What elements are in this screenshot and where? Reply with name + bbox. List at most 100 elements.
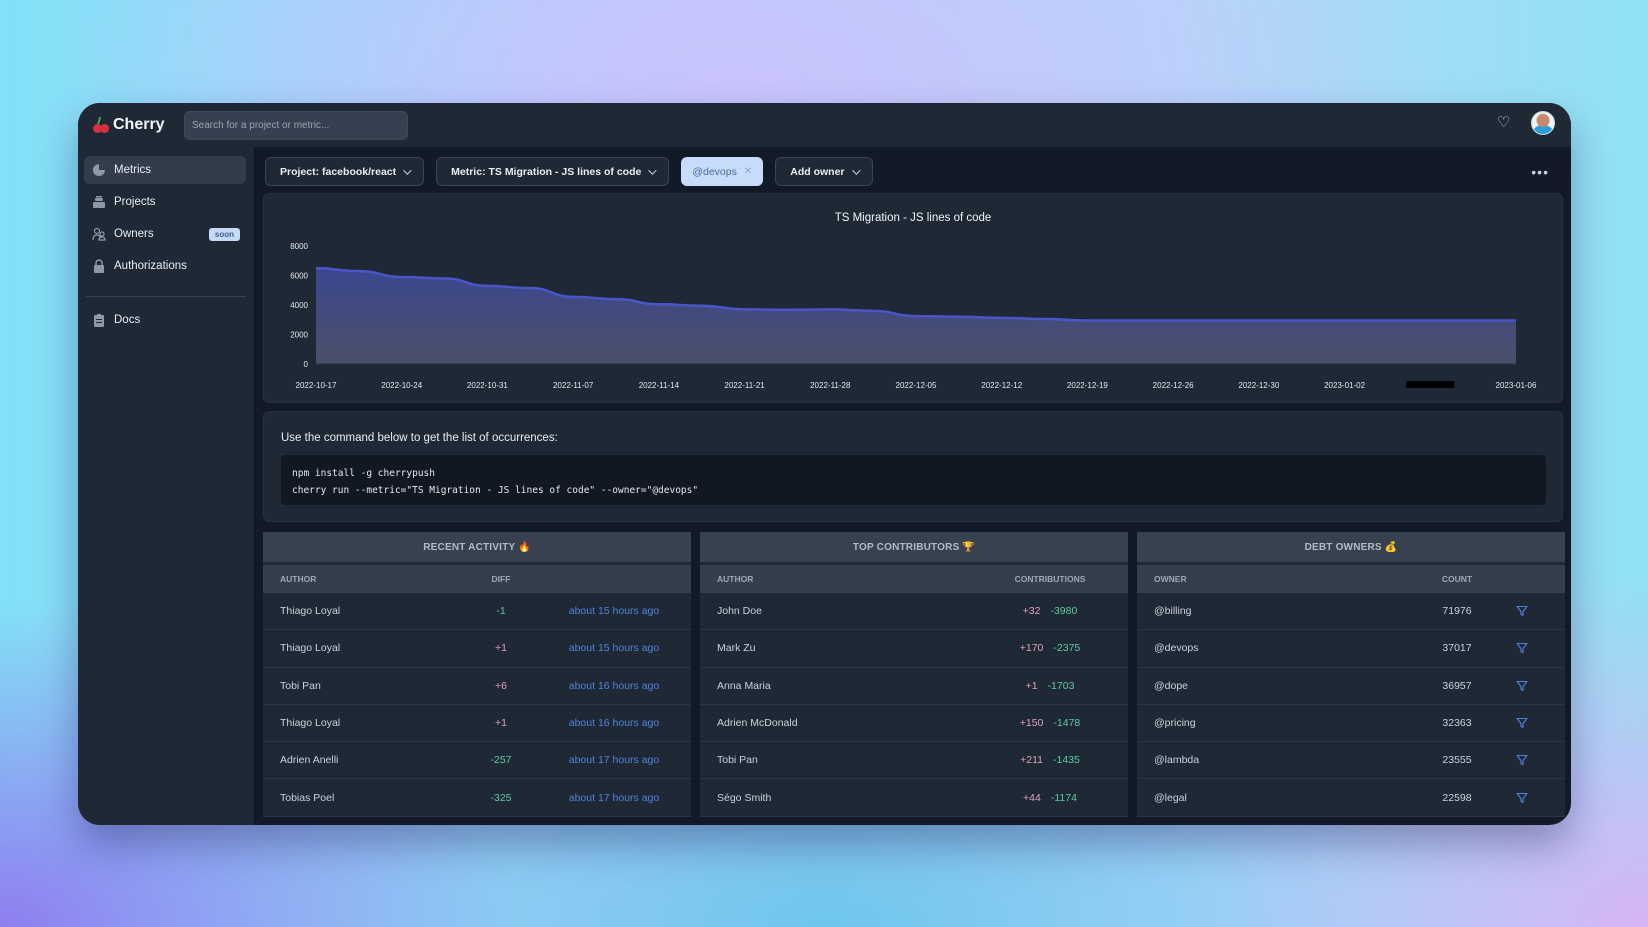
x-tick-label: 2022-10-24: [381, 381, 422, 390]
count-cell: 22598: [1442, 791, 1472, 804]
more-options-icon[interactable]: •••: [1531, 164, 1549, 180]
author-cell: Adrien McDonald: [717, 717, 798, 730]
filter-icon[interactable]: [1516, 754, 1528, 766]
author-cell: Tobi Pan: [280, 679, 321, 692]
author-cell: Mark Zu: [717, 642, 756, 655]
table-row: John Doe +32 -3980: [700, 593, 1128, 631]
lock-icon: [94, 259, 104, 273]
close-icon[interactable]: ✕: [744, 166, 752, 177]
author-cell: Adrien Anelli: [280, 754, 339, 767]
x-tick-label: 2022-12-26: [1153, 381, 1194, 390]
owner-cell: @lambda: [1154, 754, 1200, 767]
stack-icon: [93, 196, 105, 208]
sidebar-item-label: Docs: [114, 314, 141, 326]
owner-tag[interactable]: @devops ✕: [681, 157, 764, 186]
removed-lines: -1478: [1053, 717, 1081, 730]
table-header: AUTHOR CONTRIBUTIONS: [700, 565, 1128, 593]
time-link[interactable]: about 17 hours ago: [539, 792, 689, 804]
contributions-cell: +170 -2375: [990, 642, 1110, 654]
table-row: @legal 22598: [1137, 779, 1565, 817]
count-cell: 36957: [1442, 679, 1472, 692]
owner-tag-label: @devops: [692, 165, 737, 178]
sidebar-item-owners[interactable]: Owners soon: [84, 220, 246, 248]
table-row: @pricing 32363: [1137, 705, 1565, 743]
removed-lines: -1174: [1050, 791, 1077, 804]
diff-cell: +6: [495, 679, 507, 692]
table-row: Ségo Smith +44 -1174: [700, 779, 1128, 817]
diff-cell: +1: [495, 717, 507, 730]
owner-cell: @devops: [1154, 642, 1199, 655]
count-cell: 23555: [1442, 754, 1472, 767]
removed-lines: -3980: [1050, 605, 1078, 618]
cherry-icon: [92, 116, 110, 134]
column-header-contributions: CONTRIBUTIONS: [1014, 574, 1086, 584]
author-cell: Thiago Loyal: [280, 642, 341, 655]
filter-button[interactable]: [1487, 717, 1557, 729]
y-tick-label: 6000: [290, 272, 308, 281]
search-input[interactable]: Search for a project or metric...: [184, 110, 408, 140]
x-tick-label: 2023-01-02: [1324, 381, 1365, 390]
owner-cell: @dope: [1154, 679, 1189, 692]
removed-lines: -1703: [1047, 679, 1075, 692]
filter-button[interactable]: [1487, 605, 1557, 617]
author-cell: Thiago Loyal: [280, 605, 341, 618]
table-row: Adrien Anelli -257 about 17 hours ago: [263, 742, 691, 780]
contributions-cell: +44 -1174: [990, 792, 1110, 804]
command-line: npm install -g cherrypush: [292, 468, 435, 479]
metric-select[interactable]: Metric: TS Migration - JS lines of code: [436, 157, 670, 186]
sidebar-divider: [86, 296, 246, 297]
diff-cell: -1: [496, 605, 506, 618]
project-select[interactable]: Project: facebook/react: [265, 157, 425, 186]
table-row: @dope 36957: [1137, 668, 1565, 705]
column-header-owner: OWNER: [1154, 574, 1187, 584]
filter-icon[interactable]: [1516, 605, 1528, 617]
filter-icon[interactable]: [1516, 680, 1528, 692]
avatar[interactable]: [1531, 111, 1555, 135]
time-link[interactable]: about 15 hours ago: [539, 642, 689, 654]
contributions-cell: +211 -1435: [990, 754, 1110, 766]
column-header-author: AUTHOR: [280, 574, 317, 584]
table-row: @lambda 23555: [1137, 742, 1565, 780]
added-lines: +32: [1022, 605, 1041, 618]
contributions-cell: +150 -1478: [990, 717, 1110, 729]
top-contributors-table: TOP CONTRIBUTORS 🏆 AUTHOR CONTRIBUTIONS …: [700, 532, 1128, 817]
chevron-down-icon: [648, 165, 658, 175]
author-cell: Tobi Pan: [717, 754, 758, 767]
add-owner-button[interactable]: Add owner: [775, 157, 873, 186]
filter-button[interactable]: [1487, 642, 1557, 654]
author-cell: Tobias Poel: [280, 791, 335, 804]
table-row: Thiago Loyal -1 about 15 hours ago: [263, 593, 691, 631]
filter-icon[interactable]: [1516, 792, 1528, 804]
command-code-block[interactable]: npm install -g cherrypush cherry run --m…: [281, 455, 1546, 505]
heart-icon[interactable]: ♡: [1497, 115, 1513, 131]
author-cell: Anna Maria: [717, 679, 771, 692]
filter-button[interactable]: [1487, 792, 1557, 804]
removed-lines: -2375: [1053, 642, 1081, 655]
time-link[interactable]: about 15 hours ago: [539, 605, 689, 617]
sidebar-item-metrics[interactable]: Metrics: [84, 156, 246, 184]
filter-icon[interactable]: [1516, 717, 1528, 729]
filter-icon[interactable]: [1516, 642, 1528, 654]
project-select-label: Project: facebook/react: [280, 165, 397, 178]
users-icon: [92, 227, 106, 241]
filter-button[interactable]: [1487, 680, 1557, 692]
debt-owners-title: DEBT OWNERS 💰: [1137, 532, 1565, 562]
soon-badge: soon: [208, 227, 240, 241]
time-link[interactable]: about 16 hours ago: [539, 680, 689, 692]
debt-owners-table: DEBT OWNERS 💰 OWNER COUNT @billing 71976 @…: [1137, 532, 1565, 817]
time-link[interactable]: about 17 hours ago: [539, 754, 689, 766]
sidebar-item-docs[interactable]: Docs: [84, 306, 246, 334]
count-cell: 37017: [1442, 642, 1472, 655]
add-owner-label: Add owner: [790, 165, 845, 178]
sidebar-item-label: Owners: [114, 228, 154, 240]
table-header: OWNER COUNT: [1137, 565, 1565, 593]
x-tick-label: 2022-10-17: [296, 381, 337, 390]
author-cell: Ségo Smith: [717, 791, 772, 804]
filter-button[interactable]: [1487, 754, 1557, 766]
sidebar-item-projects[interactable]: Projects: [84, 188, 246, 216]
time-link[interactable]: about 16 hours ago: [539, 717, 689, 729]
y-tick-label: 0: [304, 360, 309, 369]
top-bar: Cherry Search for a project or metric...…: [78, 103, 1571, 147]
sidebar-item-authorizations[interactable]: Authorizations: [84, 252, 246, 280]
logo[interactable]: Cherry: [92, 116, 176, 134]
